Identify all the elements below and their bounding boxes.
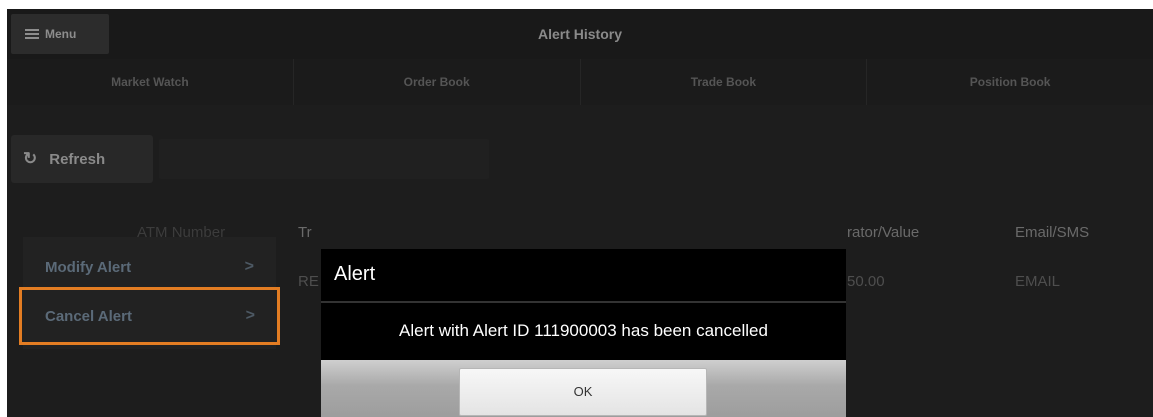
tab-order-book[interactable]: Order Book xyxy=(294,59,581,105)
menu-label: Menu xyxy=(45,27,77,41)
context-menu: Modify Alert > Cancel Alert > xyxy=(19,237,280,349)
modify-alert-label: Modify Alert xyxy=(45,258,132,276)
dialog-title: Alert xyxy=(334,263,376,285)
chevron-right-icon: > xyxy=(244,258,254,275)
refresh-label: Refresh xyxy=(49,150,106,168)
refresh-icon: ↻ xyxy=(23,149,38,168)
tab-trade-book[interactable]: Trade Book xyxy=(581,59,868,105)
menu-button[interactable]: Menu xyxy=(11,14,109,54)
tab-position-book[interactable]: Position Book xyxy=(867,59,1153,105)
tab-market-watch[interactable]: Market Watch xyxy=(7,59,294,105)
app-window: Menu Alert History Market Watch Order Bo… xyxy=(7,9,1153,417)
dialog-footer: OK xyxy=(321,360,846,417)
column-header-comparator-value: rator/Value xyxy=(847,224,920,241)
header-bar: Menu Alert History xyxy=(7,9,1153,59)
cancel-alert-label: Cancel Alert xyxy=(45,307,132,325)
ok-button[interactable]: OK xyxy=(459,368,707,416)
cell-comparator-value: 50.00 xyxy=(847,273,885,290)
cell-trading-symbol: RE xyxy=(298,273,319,290)
column-header-trading-symbol: Tr xyxy=(298,224,312,241)
dialog-divider xyxy=(321,301,846,303)
alert-dialog: Alert Alert with Alert ID 111900003 has … xyxy=(321,249,846,417)
modify-alert-item[interactable]: Modify Alert > xyxy=(23,241,276,293)
refresh-button[interactable]: ↻ Refresh xyxy=(11,135,153,183)
tab-bar: Market Watch Order Book Trade Book Posit… xyxy=(7,59,1153,105)
search-input[interactable] xyxy=(159,139,489,179)
column-header-email-sms: Email/SMS xyxy=(1015,224,1090,241)
dialog-message: Alert with Alert ID 111900003 has been c… xyxy=(399,321,768,340)
cancel-alert-item[interactable]: Cancel Alert > xyxy=(19,287,280,345)
cell-email-sms: EMAIL xyxy=(1015,273,1061,290)
chevron-right-icon: > xyxy=(245,307,255,324)
page-title: Alert History xyxy=(537,26,623,42)
hamburger-icon xyxy=(25,29,39,39)
